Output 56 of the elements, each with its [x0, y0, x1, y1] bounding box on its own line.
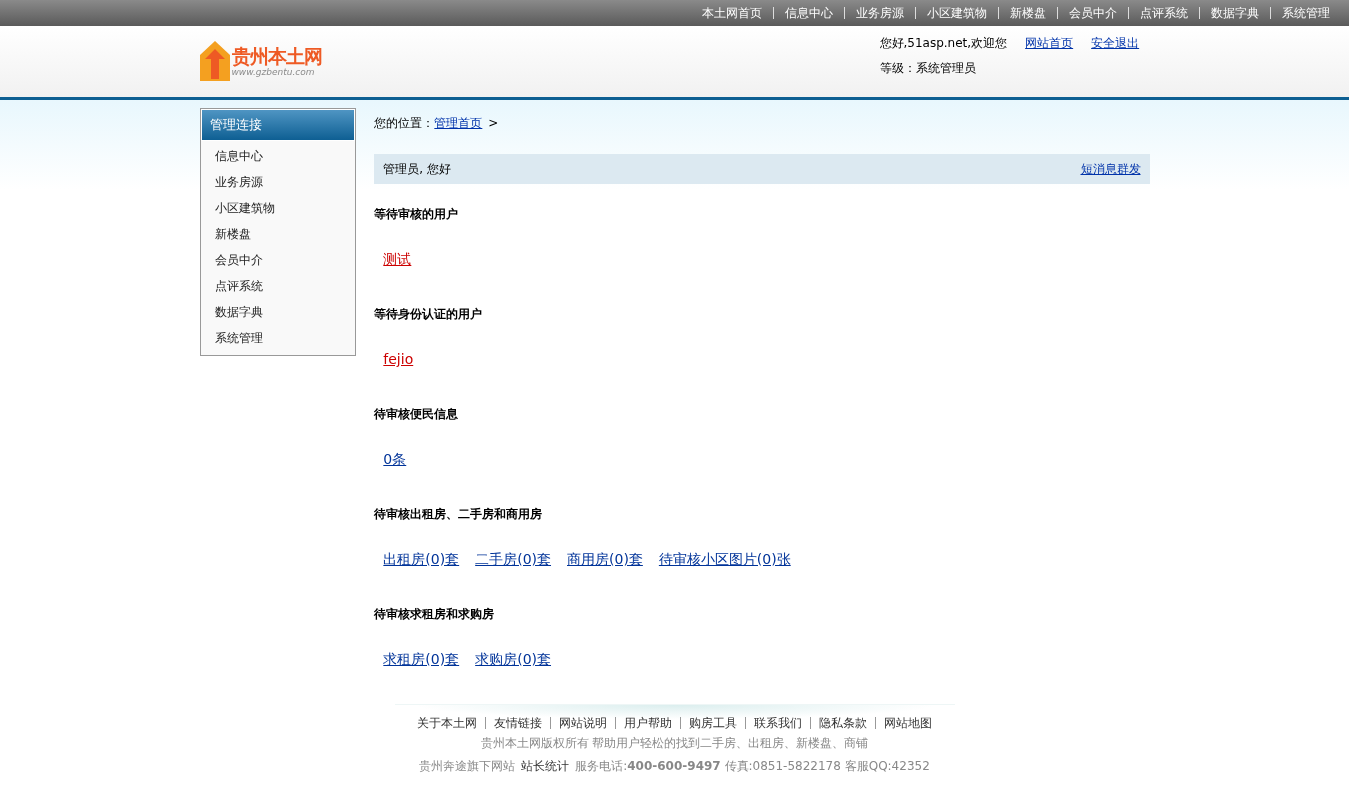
top-nav-link[interactable]: 业务房源 — [844, 7, 915, 19]
sidebar-title: 管理连接 — [200, 109, 356, 141]
pending-item-link[interactable]: 求租房(0)套 — [383, 651, 460, 669]
top-nav-link[interactable]: 会员中介 — [1057, 7, 1128, 19]
top-nav-link[interactable]: 点评系统 — [1128, 7, 1199, 19]
contact-text: 服务电话:400-600-9497 传真:0851-5822178 客服QQ:42352 — [575, 758, 930, 775]
pending-item-link[interactable]: 测试 — [383, 251, 412, 269]
pending-item-link[interactable]: fejio — [383, 351, 414, 367]
sidebar-item[interactable]: 点评系统 — [200, 273, 356, 299]
pending-item-link[interactable]: 二手房(0)套 — [475, 551, 551, 569]
top-nav-link[interactable]: 小区建筑物 — [915, 7, 998, 19]
sidebar-item[interactable]: 业务房源 — [200, 169, 356, 195]
stats-link[interactable]: 站长统计 — [521, 758, 570, 775]
section-title: 待审核便民信息 — [374, 406, 460, 423]
pending-item-link[interactable]: 待审核小区图片(0)张 — [658, 551, 791, 569]
section-title: 等待身份认证的用户 — [374, 306, 484, 323]
breadcrumb-link[interactable]: 管理首页 — [434, 114, 483, 132]
sidebar-item[interactable]: 会员中介 — [200, 247, 356, 273]
breadcrumb-separator: > — [488, 116, 499, 130]
sidebar-item[interactable]: 信息中心 — [200, 143, 356, 169]
footer-link[interactable]: 友情链接 — [485, 717, 550, 729]
footer-link[interactable]: 联系我们 — [745, 717, 810, 729]
user-level-text: 等级：系统管理员 — [879, 60, 977, 77]
welcome-text: 管理员, 您好 — [383, 160, 451, 178]
top-nav-link[interactable]: 数据字典 — [1199, 7, 1270, 19]
pending-item-link[interactable]: 0条 — [383, 451, 407, 469]
header-link[interactable]: 网站首页 — [1025, 35, 1074, 52]
pending-item-link[interactable]: 商用房(0)套 — [567, 551, 643, 569]
greeting-text: 您好,51asp.net,欢迎您 — [879, 35, 1008, 52]
section-title: 待审核求租房和求购房 — [374, 606, 496, 623]
logo-url: www.gzbentu.com — [231, 66, 316, 77]
pending-item-link[interactable]: 出租房(0)套 — [383, 551, 460, 569]
sidebar-item[interactable]: 小区建筑物 — [200, 195, 356, 221]
bulk-message-link[interactable]: 短消息群发 — [1080, 160, 1141, 178]
top-nav-link[interactable]: 本土网首页 — [691, 7, 773, 19]
top-nav-link[interactable]: 新楼盘 — [998, 7, 1057, 19]
top-nav-link[interactable]: 信息中心 — [773, 7, 844, 19]
footer-link[interactable]: 隐私条款 — [810, 717, 875, 729]
section-title: 等待审核的用户 — [374, 206, 460, 223]
section-title: 待审核出租房、二手房和商用房 — [374, 506, 544, 523]
copyright-text: 贵州本土网版权所有 帮助用户轻松的找到二手房、出租房、新楼盘、商铺 — [480, 735, 869, 752]
footer-link[interactable]: 购房工具 — [680, 717, 745, 729]
company-text: 贵州奔途旗下网站 — [419, 758, 516, 775]
footer-link[interactable]: 用户帮助 — [615, 717, 680, 729]
pending-item-link[interactable]: 求购房(0)套 — [475, 651, 551, 669]
top-nav-link[interactable]: 系统管理 — [1270, 7, 1341, 19]
sidebar-item[interactable]: 新楼盘 — [200, 221, 356, 247]
house-arrow-icon — [199, 41, 230, 81]
footer-link[interactable]: 关于本土网 — [409, 717, 485, 729]
logo-name: 贵州本土网 — [231, 45, 322, 67]
breadcrumb-label: 您的位置： — [374, 114, 435, 132]
sidebar-item[interactable]: 数据字典 — [200, 299, 356, 325]
header-link[interactable]: 安全退出 — [1091, 35, 1140, 52]
footer-link[interactable]: 网站说明 — [550, 717, 615, 729]
sidebar-item[interactable]: 系统管理 — [200, 325, 356, 351]
footer-link[interactable]: 网站地图 — [875, 717, 940, 729]
